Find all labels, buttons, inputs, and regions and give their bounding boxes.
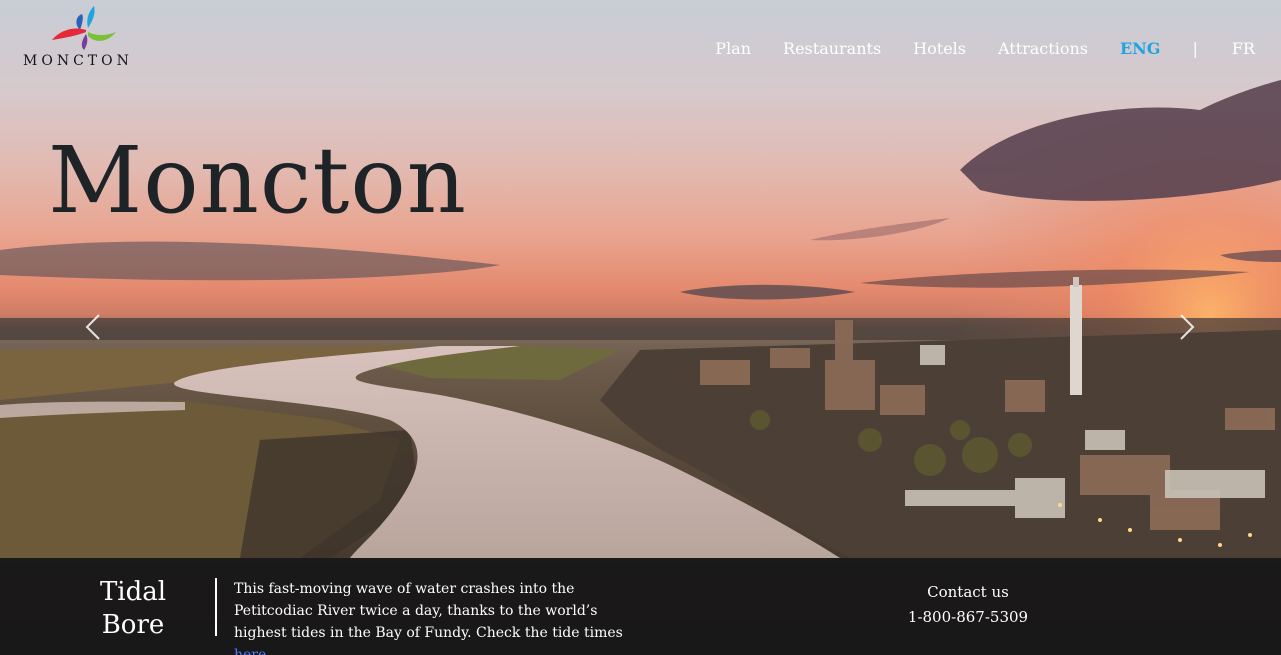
feature-title-line1: Tidal <box>99 577 167 607</box>
carousel-prev-button[interactable] <box>84 312 104 342</box>
site-logo[interactable]: MONCTON <box>22 2 144 69</box>
contact-label: Contact us <box>927 583 1009 601</box>
language-separator: | <box>1192 38 1198 58</box>
feature-title: Tidal Bore <box>60 576 206 642</box>
logo-wordmark: MONCTON <box>23 53 133 69</box>
nav-item-attractions[interactable]: Attractions <box>998 39 1088 58</box>
hero-slide: MONCTON Plan Restaurants Hotels Attracti… <box>0 0 1281 655</box>
chevron-right-icon <box>1180 314 1195 340</box>
main-nav: Plan Restaurants Hotels Attractions ENG … <box>715 36 1281 60</box>
carousel-next-button[interactable] <box>1176 312 1196 342</box>
info-bar: Tidal Bore This fast-moving wave of wate… <box>0 558 1281 655</box>
moncton-star-logo-icon <box>52 6 116 50</box>
contact-block: Contact us 1-800-867-5309 <box>880 580 1056 630</box>
chevron-left-icon <box>85 314 100 340</box>
nav-item-plan[interactable]: Plan <box>715 39 751 58</box>
contact-phone[interactable]: 1-800-867-5309 <box>880 605 1056 630</box>
hero-background-image <box>0 80 1281 558</box>
feature-description-text: This fast-moving wave of water crashes i… <box>234 581 623 641</box>
nav-item-restaurants[interactable]: Restaurants <box>783 39 881 58</box>
nav-item-hotels[interactable]: Hotels <box>913 39 966 58</box>
feature-title-line2: Bore <box>101 610 165 640</box>
feature-description-end: . <box>266 647 271 655</box>
hero-title: Moncton <box>48 127 467 234</box>
feature-description: This fast-moving wave of water crashes i… <box>234 578 634 655</box>
feature-divider <box>215 578 217 636</box>
language-french-link[interactable]: FR <box>1232 39 1255 58</box>
tide-times-link[interactable]: here <box>234 647 266 655</box>
language-english-link[interactable]: ENG <box>1120 39 1160 58</box>
